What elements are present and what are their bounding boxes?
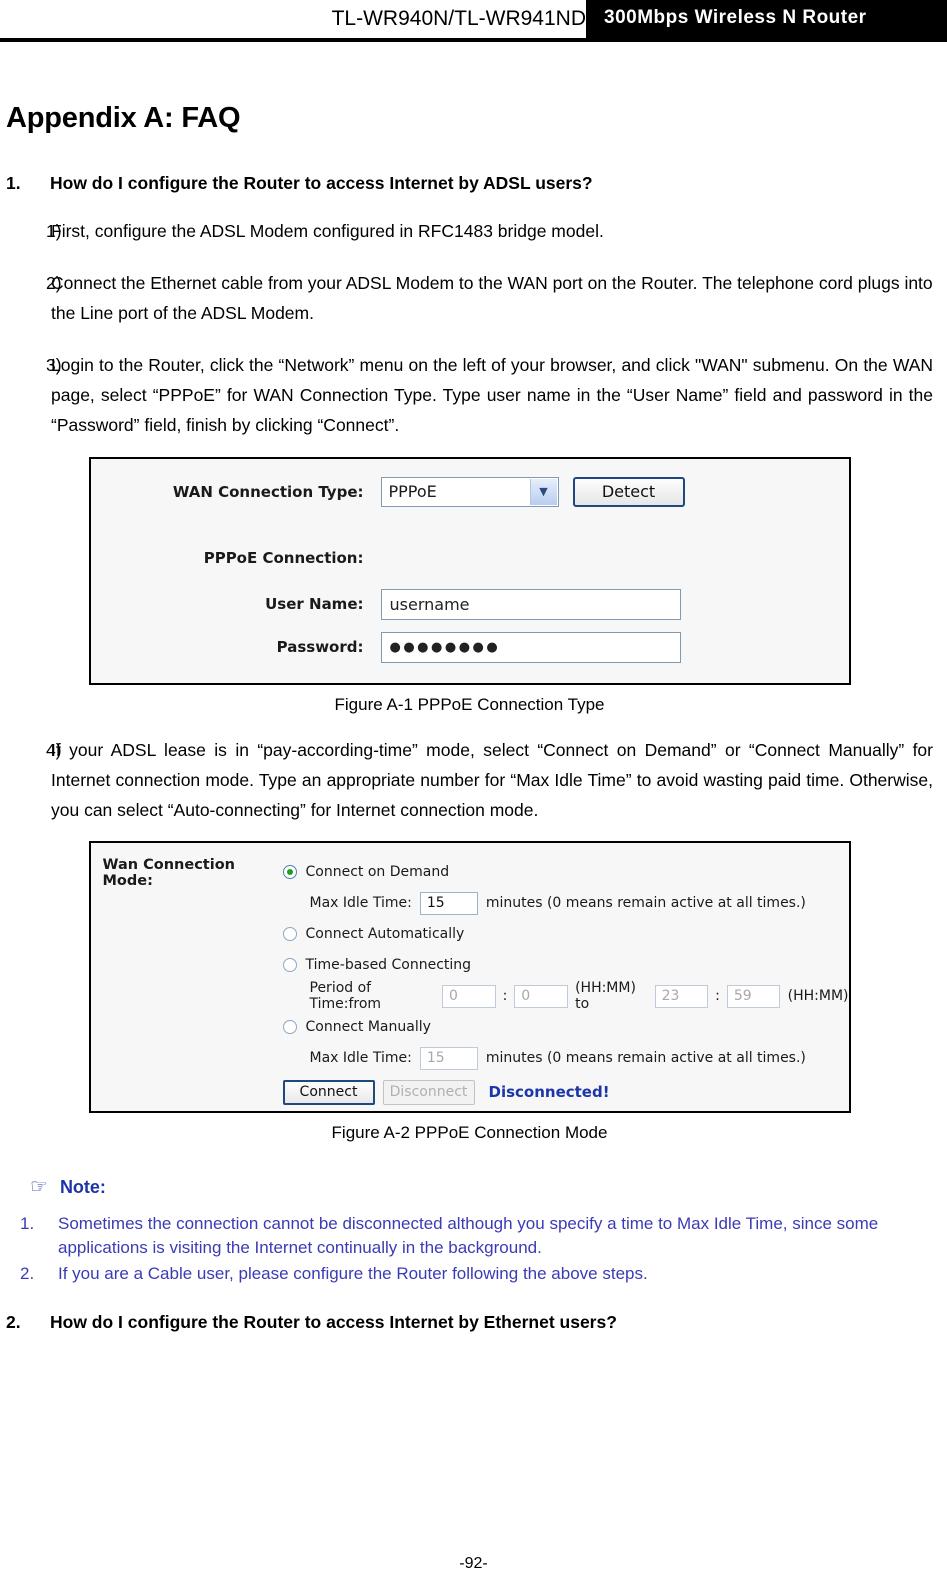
faq-step-1-3-number: 3) bbox=[46, 355, 62, 376]
password-label: Password: bbox=[276, 638, 364, 657]
figure-a2: Wan Connection Mode: Connect on Demand M… bbox=[6, 840, 933, 1143]
radio-connect-on-demand[interactable] bbox=[282, 865, 297, 880]
faq-step-1-3-text: Login to the Router, click the “Network”… bbox=[51, 355, 933, 436]
period-to-minute-input[interactable]: 59 bbox=[726, 984, 781, 1008]
note-title: Note: bbox=[59, 1176, 106, 1197]
radio-time-based-connecting-label: Time-based Connecting bbox=[305, 957, 472, 974]
note-item-number: 2. bbox=[20, 1264, 35, 1284]
faq-step-1-2-number: 2) bbox=[46, 273, 62, 294]
page-header: TL-WR940N/TL-WR941ND 300Mbps Wireless N … bbox=[0, 0, 947, 46]
user-name-row: User Name: username bbox=[91, 588, 849, 620]
figure-a1: WAN Connection Type: PPPoE ▼ Detect PPPo… bbox=[6, 456, 933, 715]
note-heading: ☞ Note: bbox=[6, 1177, 933, 1198]
radio-connect-manually-row[interactable]: Connect Manually bbox=[282, 1012, 849, 1043]
wan-connection-type-row: WAN Connection Type: PPPoE ▼ Detect bbox=[91, 476, 849, 507]
header-model-name: TL-WR940N/TL-WR941ND bbox=[331, 7, 586, 30]
figure-a1-screenshot: WAN Connection Type: PPPoE ▼ Detect PPPo… bbox=[88, 456, 851, 685]
disconnect-button: Disconnect bbox=[382, 1079, 475, 1105]
period-to-colon: : bbox=[715, 988, 720, 1005]
radio-connect-manually[interactable] bbox=[282, 1020, 297, 1035]
page-content: Appendix A: FAQ 1. How do I configure th… bbox=[0, 102, 947, 1333]
radio-time-based-connecting-row[interactable]: Time-based Connecting bbox=[282, 950, 849, 981]
faq-question-1: 1. How do I configure the Router to acce… bbox=[6, 173, 933, 194]
user-name-label: User Name: bbox=[265, 595, 364, 614]
period-from-unit-label: (HH:MM) to bbox=[575, 980, 636, 1013]
faq-step-1-2-text: Connect the Ethernet cable from your ADS… bbox=[51, 273, 933, 324]
note-list: 1. Sometimes the connection cannot be di… bbox=[6, 1212, 933, 1286]
radio-connect-manually-label: Connect Manually bbox=[305, 1019, 431, 1036]
connection-status-text: Disconnected! bbox=[488, 1083, 610, 1102]
faq-step-1-3: 3) Login to the Router, click the “Netwo… bbox=[6, 350, 933, 440]
wan-connection-mode-label: Wan Connection Mode: bbox=[102, 856, 236, 889]
wan-connection-type-select[interactable]: PPPoE ▼ bbox=[380, 476, 559, 507]
note-item-number: 1. bbox=[20, 1213, 35, 1233]
pointing-hand-icon: ☞ bbox=[30, 1176, 48, 1199]
radio-connect-on-demand-label: Connect on Demand bbox=[305, 864, 450, 881]
note-item: 1. Sometimes the connection cannot be di… bbox=[6, 1212, 933, 1260]
password-input[interactable]: ●●●●●●●● bbox=[380, 631, 681, 663]
chevron-down-icon[interactable]: ▼ bbox=[529, 478, 557, 505]
max-idle-time-input-1[interactable]: 15 bbox=[419, 891, 478, 915]
faq-step-1-4: 4) If your ADSL lease is in “pay-accordi… bbox=[6, 735, 933, 825]
faq-question-1-text: How do I configure the Router to access … bbox=[50, 173, 593, 193]
faq-question-2: 2. How do I configure the Router to acce… bbox=[6, 1312, 933, 1333]
max-idle-time-hint-2: minutes (0 means remain active at all ti… bbox=[485, 1050, 806, 1067]
period-of-time-row: Period of Time:from 0 : 0 (HH:MM) to 23 … bbox=[283, 980, 849, 1013]
period-of-time-label: Period of Time:from bbox=[309, 980, 382, 1013]
max-idle-time-label-2: Max Idle Time: bbox=[309, 1050, 412, 1067]
wan-connection-type-label: WAN Connection Type: bbox=[172, 482, 364, 501]
max-idle-time-row-1: Max Idle Time: 15 minutes (0 means remai… bbox=[283, 888, 849, 919]
period-to-hour-input[interactable]: 23 bbox=[654, 984, 709, 1008]
faq-question-2-number: 2. bbox=[6, 1312, 21, 1333]
radio-connect-automatically-label: Connect Automatically bbox=[305, 926, 465, 943]
page-title: Appendix A: FAQ bbox=[6, 102, 241, 134]
period-from-hour-input[interactable]: 0 bbox=[442, 984, 496, 1008]
password-row: Password: ●●●●●●●● bbox=[91, 631, 849, 663]
radio-time-based-connecting[interactable] bbox=[282, 958, 297, 973]
detect-button[interactable]: Detect bbox=[572, 476, 685, 507]
max-idle-time-label-1: Max Idle Time: bbox=[309, 895, 412, 912]
note-item: 2. If you are a Cable user, please confi… bbox=[6, 1262, 933, 1286]
connect-button[interactable]: Connect bbox=[282, 1079, 375, 1105]
period-to-unit-label: (HH:MM) bbox=[787, 988, 849, 1005]
wan-connection-type-selected-value: PPPoE bbox=[388, 482, 437, 502]
note-item-text: If you are a Cable user, please configur… bbox=[58, 1264, 648, 1284]
radio-connect-on-demand-row[interactable]: Connect on Demand bbox=[282, 857, 849, 888]
page-number: -92- bbox=[459, 1555, 488, 1572]
pppoe-connection-label: PPPoE Connection: bbox=[203, 548, 364, 567]
max-idle-time-input-2[interactable]: 15 bbox=[419, 1046, 478, 1070]
radio-connect-automatically-row[interactable]: Connect Automatically bbox=[282, 919, 849, 950]
max-idle-time-hint-1: minutes (0 means remain active at all ti… bbox=[485, 895, 806, 912]
header-tagline: 300Mbps Wireless N Router bbox=[604, 7, 867, 28]
faq-question-1-number: 1. bbox=[6, 173, 21, 193]
faq-step-1-4-text: If your ADSL lease is in “pay-according-… bbox=[51, 739, 933, 820]
header-divider-rule bbox=[0, 38, 947, 42]
figure-a2-caption: Figure A-2 PPPoE Connection Mode bbox=[331, 1122, 608, 1142]
note-item-text: Sometimes the connection cannot be disco… bbox=[58, 1213, 879, 1257]
period-from-colon: : bbox=[502, 988, 508, 1005]
faq-step-1-4-number: 4) bbox=[46, 739, 62, 760]
faq-step-1-1: 1) First, configure the ADSL Modem confi… bbox=[6, 216, 933, 246]
user-name-input[interactable]: username bbox=[380, 588, 681, 620]
connection-actions-row: Connect Disconnect Disconnected! bbox=[282, 1077, 849, 1108]
max-idle-time-row-2: Max Idle Time: 15 minutes (0 means remai… bbox=[283, 1043, 849, 1074]
faq-question-2-text: How do I configure the Router to access … bbox=[50, 1312, 617, 1333]
faq-step-1-2: 2) Connect the Ethernet cable from your … bbox=[6, 268, 933, 328]
period-from-minute-input[interactable]: 0 bbox=[514, 984, 568, 1008]
faq-step-1-1-number: 1) bbox=[46, 221, 62, 241]
figure-a2-screenshot: Wan Connection Mode: Connect on Demand M… bbox=[88, 840, 851, 1113]
faq-step-1-1-text: First, configure the ADSL Modem configur… bbox=[51, 221, 604, 241]
pppoe-connection-row: PPPoE Connection: bbox=[91, 549, 849, 567]
figure-a1-caption: Figure A-1 PPPoE Connection Type bbox=[334, 694, 605, 714]
radio-connect-automatically[interactable] bbox=[282, 927, 297, 942]
